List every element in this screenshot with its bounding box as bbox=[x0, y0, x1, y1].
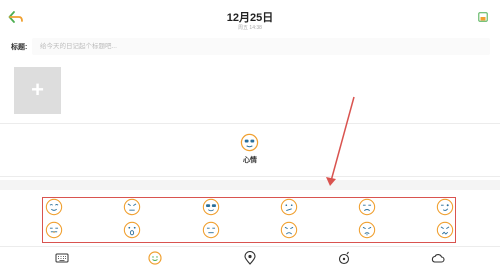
emoji-icon[interactable] bbox=[148, 251, 162, 265]
date-subtitle: 周五 14:38 bbox=[238, 25, 262, 31]
cool-face-icon[interactable] bbox=[202, 198, 220, 216]
divider bbox=[0, 246, 500, 247]
add-photo-button[interactable]: + bbox=[14, 67, 61, 114]
save-icon[interactable] bbox=[478, 12, 488, 22]
frown-face-icon[interactable] bbox=[280, 221, 298, 239]
cry-face-icon[interactable] bbox=[358, 221, 376, 239]
upset-face-icon[interactable] bbox=[436, 221, 454, 239]
title-label: 标题: bbox=[11, 44, 28, 51]
annoyed-face-icon[interactable] bbox=[280, 198, 298, 216]
music-icon[interactable] bbox=[338, 251, 352, 265]
wink-face-icon[interactable] bbox=[436, 198, 454, 216]
tongue-face-icon[interactable] bbox=[45, 221, 63, 239]
divider bbox=[0, 176, 500, 177]
neutral-face-icon[interactable] bbox=[202, 221, 220, 239]
location-icon[interactable] bbox=[243, 251, 257, 265]
page-title: 12月25日 bbox=[226, 12, 274, 24]
mood-face-icon[interactable] bbox=[240, 133, 259, 152]
annotation-arrow bbox=[326, 96, 355, 186]
mood-label: 心情 bbox=[243, 157, 257, 164]
surprised-face-icon[interactable] bbox=[123, 221, 141, 239]
title-input[interactable] bbox=[32, 38, 490, 55]
angry-face-icon[interactable] bbox=[123, 198, 141, 216]
weather-icon[interactable] bbox=[431, 251, 445, 265]
plus-icon: + bbox=[31, 77, 44, 102]
separator-band bbox=[0, 180, 500, 190]
divider bbox=[0, 123, 500, 124]
smile-face-icon[interactable] bbox=[45, 198, 63, 216]
emoji-highlight-box bbox=[42, 197, 456, 243]
keyboard-icon[interactable] bbox=[55, 251, 69, 265]
sad-face-icon[interactable] bbox=[358, 198, 376, 216]
